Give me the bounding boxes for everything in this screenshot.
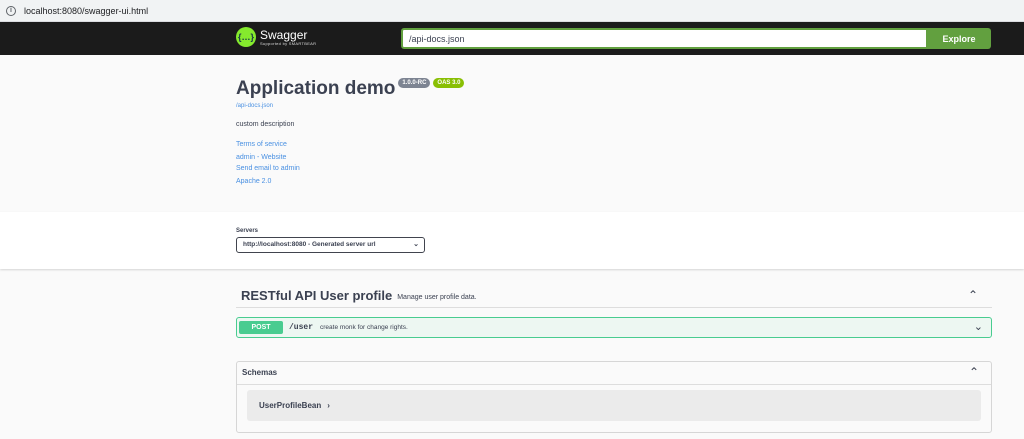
operation-post-user[interactable]: POST /user create monk for change rights…	[236, 317, 992, 338]
schemas-title[interactable]: Schemas	[242, 368, 277, 377]
browser-url[interactable]: localhost:8080/swagger-ui.html	[24, 6, 148, 16]
swagger-topbar: {…} Swagger Supported by SMARTBEAR /api-…	[0, 22, 1024, 55]
spec-url-input[interactable]: /api-docs.json	[401, 28, 928, 49]
chevron-up-icon[interactable]: ⌃	[969, 365, 979, 379]
swagger-logo[interactable]: {…} Swagger Supported by SMARTBEAR	[236, 27, 316, 47]
chevron-right-icon[interactable]: ›	[327, 401, 330, 410]
chevron-down-icon[interactable]: ⌄	[974, 320, 983, 333]
info-icon[interactable]: i	[6, 5, 16, 16]
method-badge: POST	[239, 321, 283, 334]
servers-select[interactable]: http://localhost:8080 - Generated server…	[236, 237, 425, 253]
api-title: Application demo	[236, 78, 396, 99]
version-badge: 1.0.0-RC	[398, 78, 431, 88]
swagger-logo-icon: {…}	[236, 27, 256, 47]
explore-button[interactable]: Explore	[927, 28, 991, 49]
operation-path: /user	[289, 323, 314, 332]
schemas-section: Schemas ⌃ UserProfileBean ›	[236, 361, 992, 433]
chevron-up-icon[interactable]: ⌃	[968, 288, 978, 302]
chevron-down-icon: ⌄	[413, 241, 419, 248]
model-user-profile-bean[interactable]: UserProfileBean ›	[247, 390, 981, 421]
api-info: Application demo 1.0.0-RC OAS 3.0 /api-d…	[236, 78, 465, 187]
tag-section-header[interactable]: RESTful API User profile Manage user pro…	[236, 284, 992, 308]
servers-label: Servers	[236, 228, 259, 234]
divider	[237, 384, 991, 385]
model-name: UserProfileBean	[259, 401, 322, 410]
servers-section: Servers http://localhost:8080 - Generate…	[0, 212, 1024, 269]
oas-badge: OAS 3.0	[433, 78, 465, 88]
logo-subtitle: Supported by SMARTBEAR	[260, 40, 317, 46]
operation-summary: create monk for change rights.	[320, 324, 408, 331]
terms-link[interactable]: Terms of service	[236, 139, 464, 150]
servers-selected-value: http://localhost:8080 - Generated server…	[243, 241, 376, 248]
page-title: Application demo 1.0.0-RC OAS 3.0	[236, 78, 465, 100]
tag-name: RESTful API User profile	[241, 288, 393, 303]
browser-address-bar: i localhost:8080/swagger-ui.html	[0, 0, 1024, 22]
spec-link[interactable]: /api-docs.json	[236, 103, 464, 109]
api-description: custom description	[236, 121, 295, 128]
logo-title: Swagger	[260, 27, 308, 42]
license-link[interactable]: Apache 2.0	[236, 176, 464, 187]
contact-email-link[interactable]: Send email to admin	[236, 163, 464, 174]
contact-website-link[interactable]: admin - Website	[236, 152, 464, 163]
tag-description: Manage user profile data.	[397, 293, 477, 301]
